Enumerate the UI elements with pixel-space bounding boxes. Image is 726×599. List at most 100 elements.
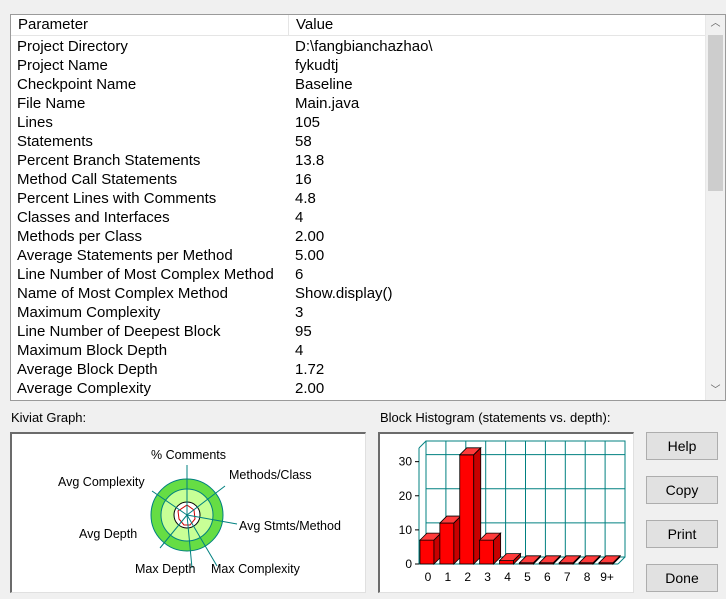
parameter-cell: Statements: [17, 133, 93, 150]
value-cell: 5.00: [295, 247, 325, 264]
parameter-cell: Average Block Depth: [17, 361, 158, 378]
parameter-cell: Lines: [17, 114, 53, 131]
histogram-y-tick-label: 0: [405, 557, 412, 571]
parameter-cell: Percent Branch Statements: [17, 152, 201, 169]
scroll-up-arrow-icon[interactable]: ︿: [706, 15, 725, 33]
scroll-down-arrow-icon[interactable]: ﹀: [706, 382, 725, 400]
table-row[interactable]: Name of Most Complex Method Show.display(…: [11, 284, 705, 303]
block-histogram-chart: 01020300 1 2 3 4 5 6 7 8 9+: [399, 440, 626, 584]
histogram-x-tick-label: 1: [445, 570, 452, 584]
value-cell: Show.display(): [295, 285, 393, 302]
table-row[interactable]: Method Call Statements 16: [11, 170, 705, 189]
value-cell: 3: [295, 304, 304, 321]
histogram-y-tick-label: 20: [399, 489, 413, 503]
value-cell: Baseline: [295, 76, 353, 93]
kiviat-graph-label: Kiviat Graph:: [11, 410, 87, 425]
value-cell: 4.8: [295, 190, 316, 207]
histogram-x-tick-label: 4: [504, 570, 511, 584]
parameter-cell: File Name: [17, 95, 86, 112]
histogram-depth-edge: [418, 440, 427, 449]
kiviat-axis-label-avg-stmts-per-method: Avg Stmts/Method: [239, 519, 341, 533]
kiviat-axis-label-max-depth: Max Depth: [135, 562, 195, 576]
kiviat-axis-label-avg-depth: Avg Depth: [79, 527, 137, 541]
parameter-cell: Checkpoint Name: [17, 76, 137, 93]
parameter-cell: Method Call Statements: [17, 171, 178, 188]
parameter-cell: Classes and Interfaces: [17, 209, 170, 226]
histogram-bar: [479, 539, 495, 565]
histogram-x-tick-label: 5: [524, 570, 531, 584]
table-row[interactable]: Percent Lines with Comments 4.8: [11, 189, 705, 208]
vertical-scrollbar[interactable]: ︿ ﹀: [705, 15, 725, 400]
kiviat-graph-panel: % Comments Methods/Class Avg Stmts/Metho…: [10, 432, 366, 593]
table-row[interactable]: Project Directory D:\fangbianchazhao\: [11, 37, 705, 56]
value-cell: 95: [295, 323, 312, 340]
table-body: Project Directory D:\fangbianchazhao\ Proj…: [11, 37, 705, 398]
metrics-table[interactable]: Parameter Value Project Directory D:\fang…: [10, 14, 726, 401]
table-row[interactable]: Line Number of Deepest Block 95: [11, 322, 705, 341]
value-cell: 6: [295, 266, 304, 283]
histogram-x-tick-label: 2: [464, 570, 471, 584]
parameter-cell: Percent Lines with Comments: [17, 190, 217, 207]
histogram-x-tick-label: 9+: [600, 570, 614, 584]
value-cell: 105: [295, 114, 321, 131]
column-header-parameter[interactable]: Parameter: [11, 15, 289, 35]
help-button[interactable]: Help: [646, 432, 718, 460]
histogram-bar: [439, 522, 455, 565]
copy-button[interactable]: Copy: [646, 476, 718, 504]
done-button[interactable]: Done: [646, 564, 718, 592]
table-row[interactable]: Average Statements per Method 5.00: [11, 246, 705, 265]
table-row[interactable]: Project Name fykudtj: [11, 56, 705, 75]
parameter-cell: Maximum Block Depth: [17, 342, 168, 359]
table-row[interactable]: Percent Branch Statements 13.8: [11, 151, 705, 170]
kiviat-graph: % Comments Methods/Class Avg Stmts/Metho…: [58, 448, 341, 576]
kiviat-axis-label-max-complexity: Max Complexity: [211, 562, 301, 576]
table-row[interactable]: Maximum Block Depth 4: [11, 341, 705, 360]
histogram-y-tick-label: 30: [399, 455, 413, 469]
parameter-cell: Line Number of Most Complex Method: [17, 266, 274, 283]
table-row[interactable]: Line Number of Most Complex Method 6: [11, 265, 705, 284]
parameter-cell: Average Complexity: [17, 380, 151, 397]
histogram-x-tick-label: 7: [564, 570, 571, 584]
table-row[interactable]: Lines 105: [11, 113, 705, 132]
parameter-cell: Name of Most Complex Method: [17, 285, 228, 302]
table-row[interactable]: Classes and Interfaces 4: [11, 208, 705, 227]
block-histogram-panel: 0 10 20 30 0 1 2 3 4 5 6 7 8 9+: [378, 432, 634, 593]
table-row[interactable]: Maximum Complexity 3: [11, 303, 705, 322]
parameter-cell: Maximum Complexity: [17, 304, 161, 321]
histogram-bar: [499, 560, 514, 565]
value-cell: Main.java: [295, 95, 360, 112]
table-header: Parameter Value: [11, 15, 705, 36]
table-row[interactable]: Checkpoint Name Baseline: [11, 75, 705, 94]
table-row[interactable]: File Name Main.java: [11, 94, 705, 113]
value-cell: 4: [295, 209, 304, 226]
histogram-x-tick-label: 3: [484, 570, 491, 584]
scroll-thumb[interactable]: [708, 35, 723, 191]
histogram-x-tick-label: 0: [425, 570, 432, 584]
histogram-bar: [459, 454, 475, 565]
value-cell: 2.00: [295, 228, 325, 245]
histogram-y-tick-label: 10: [399, 523, 413, 537]
parameter-cell: Project Name: [17, 57, 108, 74]
parameter-cell: Methods per Class: [17, 228, 143, 245]
kiviat-axis-label-methods-per-class: Methods/Class: [229, 468, 312, 482]
table-row[interactable]: Average Block Depth 1.72: [11, 360, 705, 379]
kiviat-axis-label-comments: % Comments: [151, 448, 226, 462]
parameter-cell: Average Statements per Method: [17, 247, 233, 264]
parameter-cell: Line Number of Deepest Block: [17, 323, 221, 340]
histogram-bar: [419, 539, 435, 565]
kiviat-axis-label-avg-complexity: Avg Complexity: [58, 475, 145, 489]
value-cell: fykudtj: [295, 57, 339, 74]
print-button[interactable]: Print: [646, 520, 718, 548]
value-cell: 13.8: [295, 152, 325, 169]
histogram-x-tick-label: 8: [584, 570, 591, 584]
value-cell: 4: [295, 342, 304, 359]
parameter-cell: Project Directory: [17, 38, 128, 55]
table-row[interactable]: Average Complexity 2.00: [11, 379, 705, 398]
value-cell: 16: [295, 171, 312, 188]
value-cell: D:\fangbianchazhao\: [295, 38, 433, 55]
value-cell: 1.72: [295, 361, 325, 378]
column-header-value[interactable]: Value: [289, 15, 705, 35]
table-row[interactable]: Statements 58: [11, 132, 705, 151]
table-row[interactable]: Methods per Class 2.00: [11, 227, 705, 246]
histogram-x-tick-label: 6: [544, 570, 551, 584]
